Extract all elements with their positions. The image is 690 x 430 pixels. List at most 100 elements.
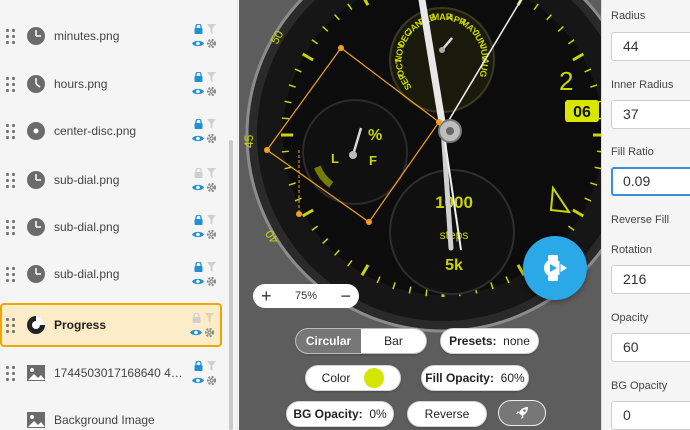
layer-name: minutes.png xyxy=(54,29,120,43)
gear-icon[interactable] xyxy=(206,229,217,240)
clock-thumb-icon xyxy=(27,218,45,236)
layer-item[interactable]: sub-dial.png xyxy=(0,158,222,202)
filter-icon[interactable] xyxy=(207,168,216,178)
layer-item[interactable]: minutes.png xyxy=(0,14,222,58)
mode-toggle: Circular Bar xyxy=(295,328,427,354)
zoom-in-button[interactable]: + xyxy=(261,287,272,305)
bg-opacity-prop-label: BG Opacity xyxy=(611,380,668,392)
eye-icon[interactable] xyxy=(192,87,204,96)
layer-name: Progress xyxy=(54,318,107,332)
color-label: Color xyxy=(321,371,351,385)
gear-icon[interactable] xyxy=(206,86,217,97)
filter-icon[interactable] xyxy=(207,24,216,34)
clock-thumb-icon xyxy=(27,75,45,93)
eye-icon[interactable] xyxy=(192,134,204,143)
layer-item[interactable]: 1744503017168640 47 (4).... xyxy=(0,351,222,395)
lock-icon[interactable] xyxy=(194,24,203,34)
bg-opacity-input[interactable]: 0 xyxy=(611,401,690,430)
eye-icon[interactable] xyxy=(190,328,202,337)
gear-icon[interactable] xyxy=(206,38,217,49)
fill-ratio-input[interactable]: 0.09 xyxy=(611,167,690,196)
steps-label: steps xyxy=(440,228,469,242)
bg-opacity-label: BG Opacity: xyxy=(293,407,363,421)
watch-face-preview[interactable]: 50 45 40 SEPOCTNOVDECJANFEBMARAPRMAYJUNJ… xyxy=(239,0,601,430)
gear-icon[interactable] xyxy=(206,375,217,386)
lock-icon[interactable] xyxy=(194,119,203,129)
inner-radius-input[interactable]: 37 xyxy=(611,100,690,129)
filter-icon[interactable] xyxy=(207,361,216,371)
radius-input[interactable]: 44 xyxy=(611,32,690,61)
layer-item-selected[interactable]: Progress xyxy=(0,303,222,347)
lock-icon[interactable] xyxy=(194,72,203,82)
lock-icon[interactable] xyxy=(194,168,203,178)
battery-full-label: F xyxy=(369,153,377,168)
drag-handle-icon[interactable] xyxy=(6,28,22,44)
dial-tick xyxy=(425,289,428,297)
scrollbar-thumb[interactable] xyxy=(229,140,233,430)
image-thumb-icon xyxy=(27,412,45,428)
resize-handle xyxy=(338,45,344,51)
filter-icon[interactable] xyxy=(207,72,216,82)
gear-icon[interactable] xyxy=(204,327,215,338)
battery-hand-pivot xyxy=(349,151,357,159)
dial-tick xyxy=(281,150,289,153)
eye-icon[interactable] xyxy=(192,39,204,48)
bg-opacity-control[interactable]: BG Opacity: 0% xyxy=(286,401,394,427)
eye-icon[interactable] xyxy=(192,376,204,385)
drag-handle-icon[interactable] xyxy=(6,266,22,282)
date-value: 06 xyxy=(573,104,591,121)
layer-name: 1744503017168640 47 (4).... xyxy=(54,366,184,380)
rocket-button[interactable] xyxy=(498,400,546,426)
mode-circular-button[interactable]: Circular xyxy=(296,329,361,353)
layer-item[interactable]: Background Image xyxy=(0,398,222,430)
inner-radius-label: Inner Radius xyxy=(611,79,674,91)
gear-icon[interactable] xyxy=(206,276,217,287)
drag-handle-icon[interactable] xyxy=(6,172,22,188)
lock-icon[interactable] xyxy=(194,262,203,272)
eye-icon[interactable] xyxy=(192,277,204,286)
layer-item[interactable]: center-disc.png xyxy=(0,109,222,153)
resize-handle xyxy=(366,219,372,225)
layer-name: sub-dial.png xyxy=(54,267,120,281)
watch-run-button[interactable] xyxy=(523,236,587,300)
mode-bar-button[interactable]: Bar xyxy=(361,329,426,353)
layer-item[interactable]: hours.png xyxy=(0,62,222,106)
filter-icon[interactable] xyxy=(207,215,216,225)
drag-handle-icon[interactable] xyxy=(6,317,22,333)
layer-item[interactable]: sub-dial.png xyxy=(0,252,222,296)
fill-opacity-control[interactable]: Fill Opacity: 60% xyxy=(421,365,529,391)
opacity-input[interactable]: 60 xyxy=(611,333,690,362)
zoom-out-button[interactable]: − xyxy=(340,287,351,305)
layer-name: center-disc.png xyxy=(54,124,137,138)
layer-panel: minutes.png hours.png center-disc.png su… xyxy=(0,0,238,430)
resize-handle xyxy=(264,147,270,153)
reverse-button[interactable]: Reverse xyxy=(407,401,487,427)
watch-run-icon xyxy=(544,255,569,281)
eye-icon[interactable] xyxy=(192,183,204,192)
scrollbar[interactable] xyxy=(228,0,234,430)
layer-name: Background Image xyxy=(54,413,155,427)
month-hand-pivot xyxy=(439,47,445,53)
drag-handle-icon[interactable] xyxy=(6,219,22,235)
gear-icon[interactable] xyxy=(206,133,217,144)
color-swatch xyxy=(364,368,385,388)
canvas[interactable]: 50 45 40 SEPOCTNOVDECJANFEBMARAPRMAYJUNJ… xyxy=(239,0,601,430)
eye-icon[interactable] xyxy=(192,230,204,239)
battery-percent-symbol: % xyxy=(368,127,382,144)
filter-icon[interactable] xyxy=(205,313,214,323)
color-button[interactable]: Color xyxy=(305,365,401,391)
filter-icon[interactable] xyxy=(207,119,216,129)
layer-item[interactable]: sub-dial.png xyxy=(0,205,222,249)
filter-icon[interactable] xyxy=(207,262,216,272)
gear-icon[interactable] xyxy=(206,182,217,193)
presets-label: Presets: xyxy=(449,334,497,348)
drag-handle-icon[interactable] xyxy=(6,123,22,139)
drag-handle-icon[interactable] xyxy=(6,365,22,381)
presets-dropdown[interactable]: Presets: none xyxy=(440,328,539,354)
lock-icon[interactable] xyxy=(194,361,203,371)
rotation-input[interactable]: 216 xyxy=(611,265,690,294)
lock-icon[interactable] xyxy=(192,313,201,323)
clock-thumb-icon xyxy=(27,265,45,283)
drag-handle-icon[interactable] xyxy=(6,76,22,92)
lock-icon[interactable] xyxy=(194,215,203,225)
